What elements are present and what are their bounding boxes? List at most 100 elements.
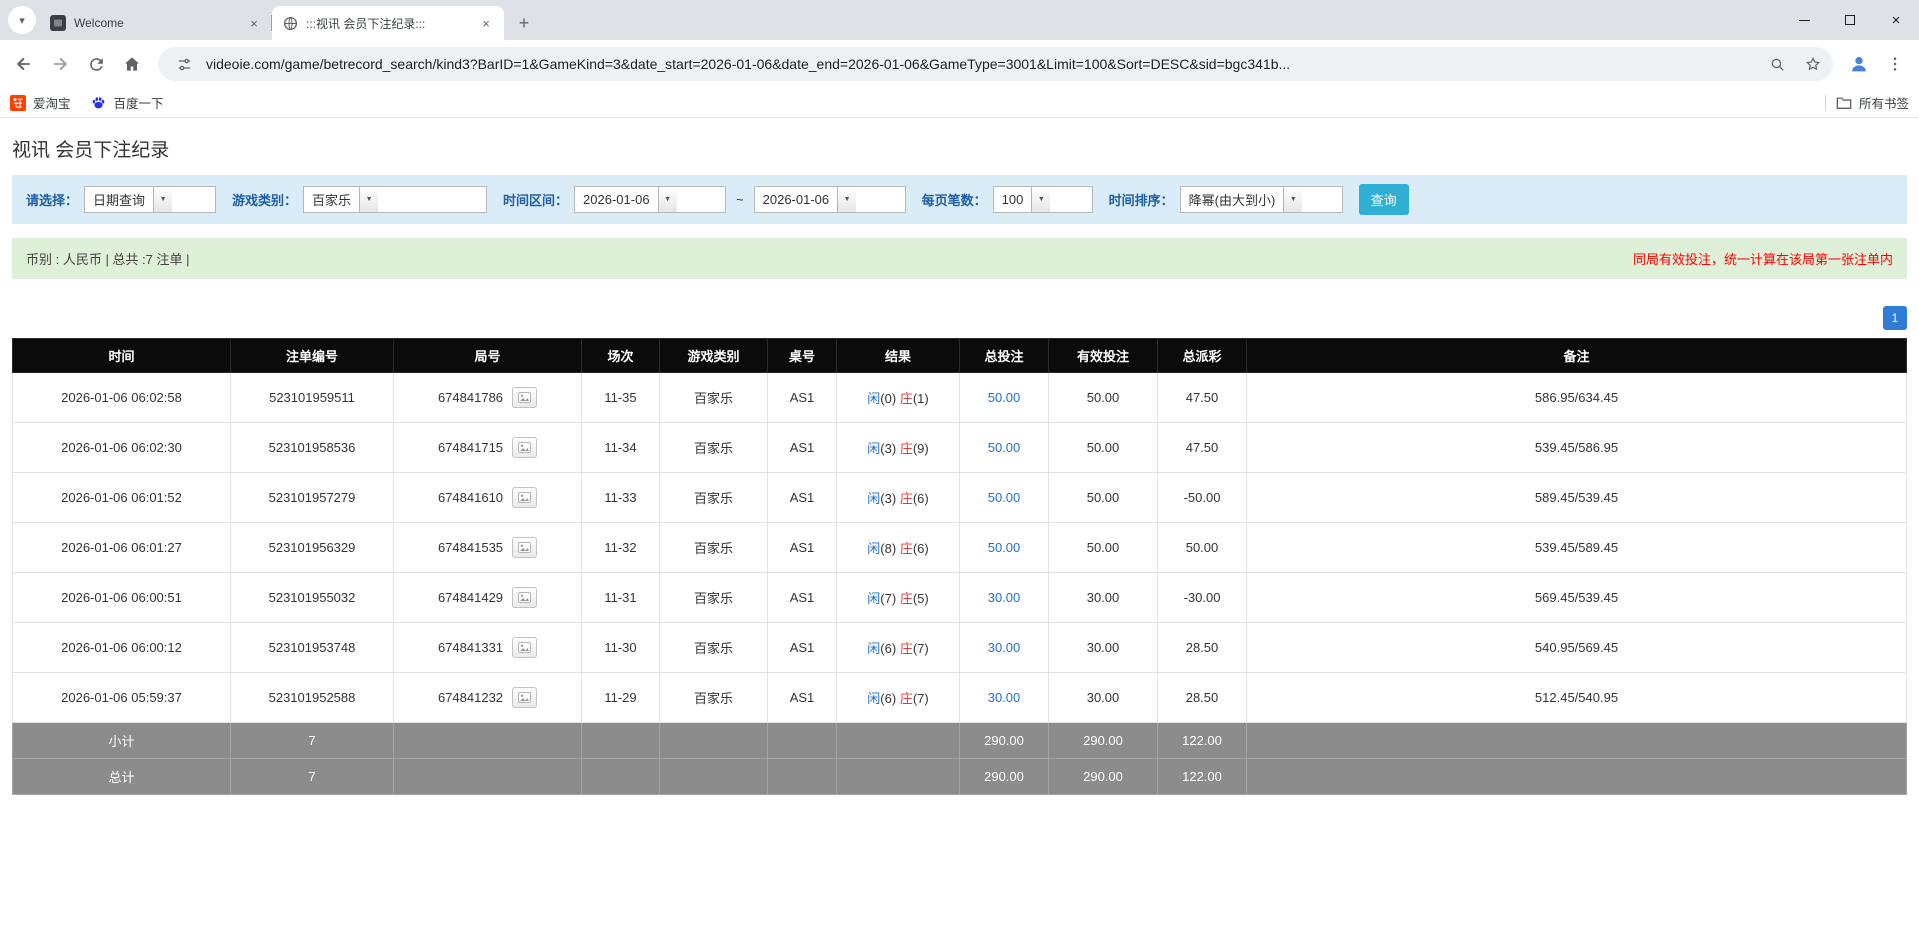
total-bet-link[interactable]: 50.00 [988,440,1021,455]
page-1-button[interactable]: 1 [1883,306,1907,330]
cell-result: 闲(3) 庄(9) [837,423,960,473]
cell-session: 11-29 [582,673,660,723]
col-header-total-bet: 总投注 [960,339,1049,373]
table-header-row: 时间 注单编号 局号 场次 游戏类别 桌号 结果 总投注 有效投注 总派彩 备注 [13,339,1907,373]
subtotal-row: 小计 7 290.00 290.00 122.00 [13,723,1907,759]
cell-total-bet: 30.00 [960,623,1049,673]
chevron-down-icon[interactable]: ▼ [1031,187,1050,212]
empty-cell [660,759,768,795]
total-bet-link[interactable]: 30.00 [988,590,1021,605]
forward-icon[interactable] [44,48,76,80]
date-start-select[interactable]: 2026-01-06 ▼ [574,186,726,213]
cell-bet-id: 523101958536 [231,423,394,473]
menu-dots-icon[interactable] [1879,48,1911,80]
round-image-button[interactable] [512,387,537,408]
round-image-button[interactable] [512,437,537,458]
banker-result: 庄 [900,491,913,506]
tab-betrecord[interactable]: :::视讯 会员下注纪录::: × [272,6,504,40]
total-bet-link[interactable]: 50.00 [988,390,1021,405]
address-bar[interactable]: videoie.com/game/betrecord_search/kind3?… [158,47,1833,81]
bookmark-aitaobao[interactable]: 爱淘宝 [10,93,71,112]
url-text[interactable]: videoie.com/game/betrecord_search/kind3?… [206,56,1755,72]
all-bookmarks-button[interactable]: 所有书签 [1836,93,1909,112]
cell-round: 674841715 [394,423,582,473]
per-page-select[interactable]: 100 ▼ [993,186,1093,213]
cell-note: 586.95/634.45 [1247,373,1907,423]
cell-game-kind: 百家乐 [660,523,768,573]
cell-session: 11-33 [582,473,660,523]
maximize-button[interactable] [1827,0,1873,40]
chevron-down-icon[interactable]: ▼ [153,187,172,212]
cell-time: 2026-01-06 06:01:27 [13,523,231,573]
chevron-down-icon[interactable]: ▼ [658,187,677,212]
total-bet-link[interactable]: 30.00 [988,690,1021,705]
tab-welcome[interactable]: Welcome × [40,6,272,40]
player-result: 闲 [867,691,880,706]
picture-icon [518,541,531,556]
round-image-button[interactable] [512,487,537,508]
per-page-label: 每页笔数： [922,190,987,209]
empty-cell [394,723,582,759]
col-header-session: 场次 [582,339,660,373]
cell-valid-bet: 50.00 [1049,473,1158,523]
col-header-game-kind: 游戏类别 [660,339,768,373]
window-controls: × [1781,0,1919,40]
col-header-payout: 总派彩 [1158,339,1247,373]
round-image-button[interactable] [512,687,537,708]
game-kind-label: 游戏类别： [232,190,297,209]
banker-result: 庄 [900,691,913,706]
game-kind-select[interactable]: 百家乐 ▼ [303,186,487,213]
cell-round: 674841535 [394,523,582,573]
tab-close-icon[interactable]: × [478,15,494,31]
round-image-button[interactable] [512,537,537,558]
profile-avatar-icon[interactable] [1843,48,1875,80]
cell-round: 674841786 [394,373,582,423]
cell-game-kind: 百家乐 [660,673,768,723]
back-icon[interactable] [8,48,40,80]
cell-table-no: AS1 [768,523,837,573]
total-bet-link[interactable]: 50.00 [988,540,1021,555]
cell-result: 闲(8) 庄(6) [837,523,960,573]
player-result: 闲 [867,641,880,656]
chevron-down-icon[interactable]: ▼ [837,187,856,212]
tab-close-icon[interactable]: × [246,15,262,31]
empty-cell [1247,759,1907,795]
zoom-icon[interactable] [1763,50,1791,78]
site-info-icon[interactable] [170,50,198,78]
bookmark-star-icon[interactable] [1799,50,1827,78]
round-image-button[interactable] [512,587,537,608]
currency-summary: 币别 : 人民币 | 总共 :7 注单 | [26,249,190,268]
bet-record-row: 2026-01-06 06:00:12523101953748674841331… [13,623,1907,673]
date-end-select[interactable]: 2026-01-06 ▼ [754,186,906,213]
tab-search-chevron-icon[interactable]: ▾ [8,6,36,34]
minimize-button[interactable] [1781,0,1827,40]
reload-icon[interactable] [80,48,112,80]
search-button[interactable]: 查询 [1359,184,1409,215]
page-content: 视讯 会员下注纪录 请选择： 日期查询 ▼ 游戏类别： 百家乐 ▼ 时间区间： … [0,118,1919,950]
cell-session: 11-30 [582,623,660,673]
total-bet-link[interactable]: 50.00 [988,490,1021,505]
globe-icon [282,15,298,31]
banker-result: 庄 [900,391,913,406]
bet-record-row: 2026-01-06 06:02:30523101958536674841715… [13,423,1907,473]
player-result: 闲 [867,391,880,406]
total-bet-link[interactable]: 30.00 [988,640,1021,655]
cell-payout: -50.00 [1158,473,1247,523]
bookmark-baidu[interactable]: 百度一下 [91,93,164,112]
cell-note: 539.45/586.95 [1247,423,1907,473]
query-type-select[interactable]: 日期查询 ▼ [84,186,216,213]
home-icon[interactable] [116,48,148,80]
new-tab-button[interactable]: + [510,9,538,37]
chevron-down-icon[interactable]: ▼ [1283,187,1302,212]
cell-payout: 47.50 [1158,373,1247,423]
cell-note: 512.45/540.95 [1247,673,1907,723]
col-header-table-no: 桌号 [768,339,837,373]
bookmark-label: 爱淘宝 [33,93,71,112]
cell-valid-bet: 30.00 [1049,623,1158,673]
sort-select[interactable]: 降幂(由大到小) ▼ [1180,186,1343,213]
round-image-button[interactable] [512,637,537,658]
close-window-button[interactable]: × [1873,0,1919,40]
cell-session: 11-34 [582,423,660,473]
cell-round: 674841331 [394,623,582,673]
chevron-down-icon[interactable]: ▼ [359,187,378,212]
